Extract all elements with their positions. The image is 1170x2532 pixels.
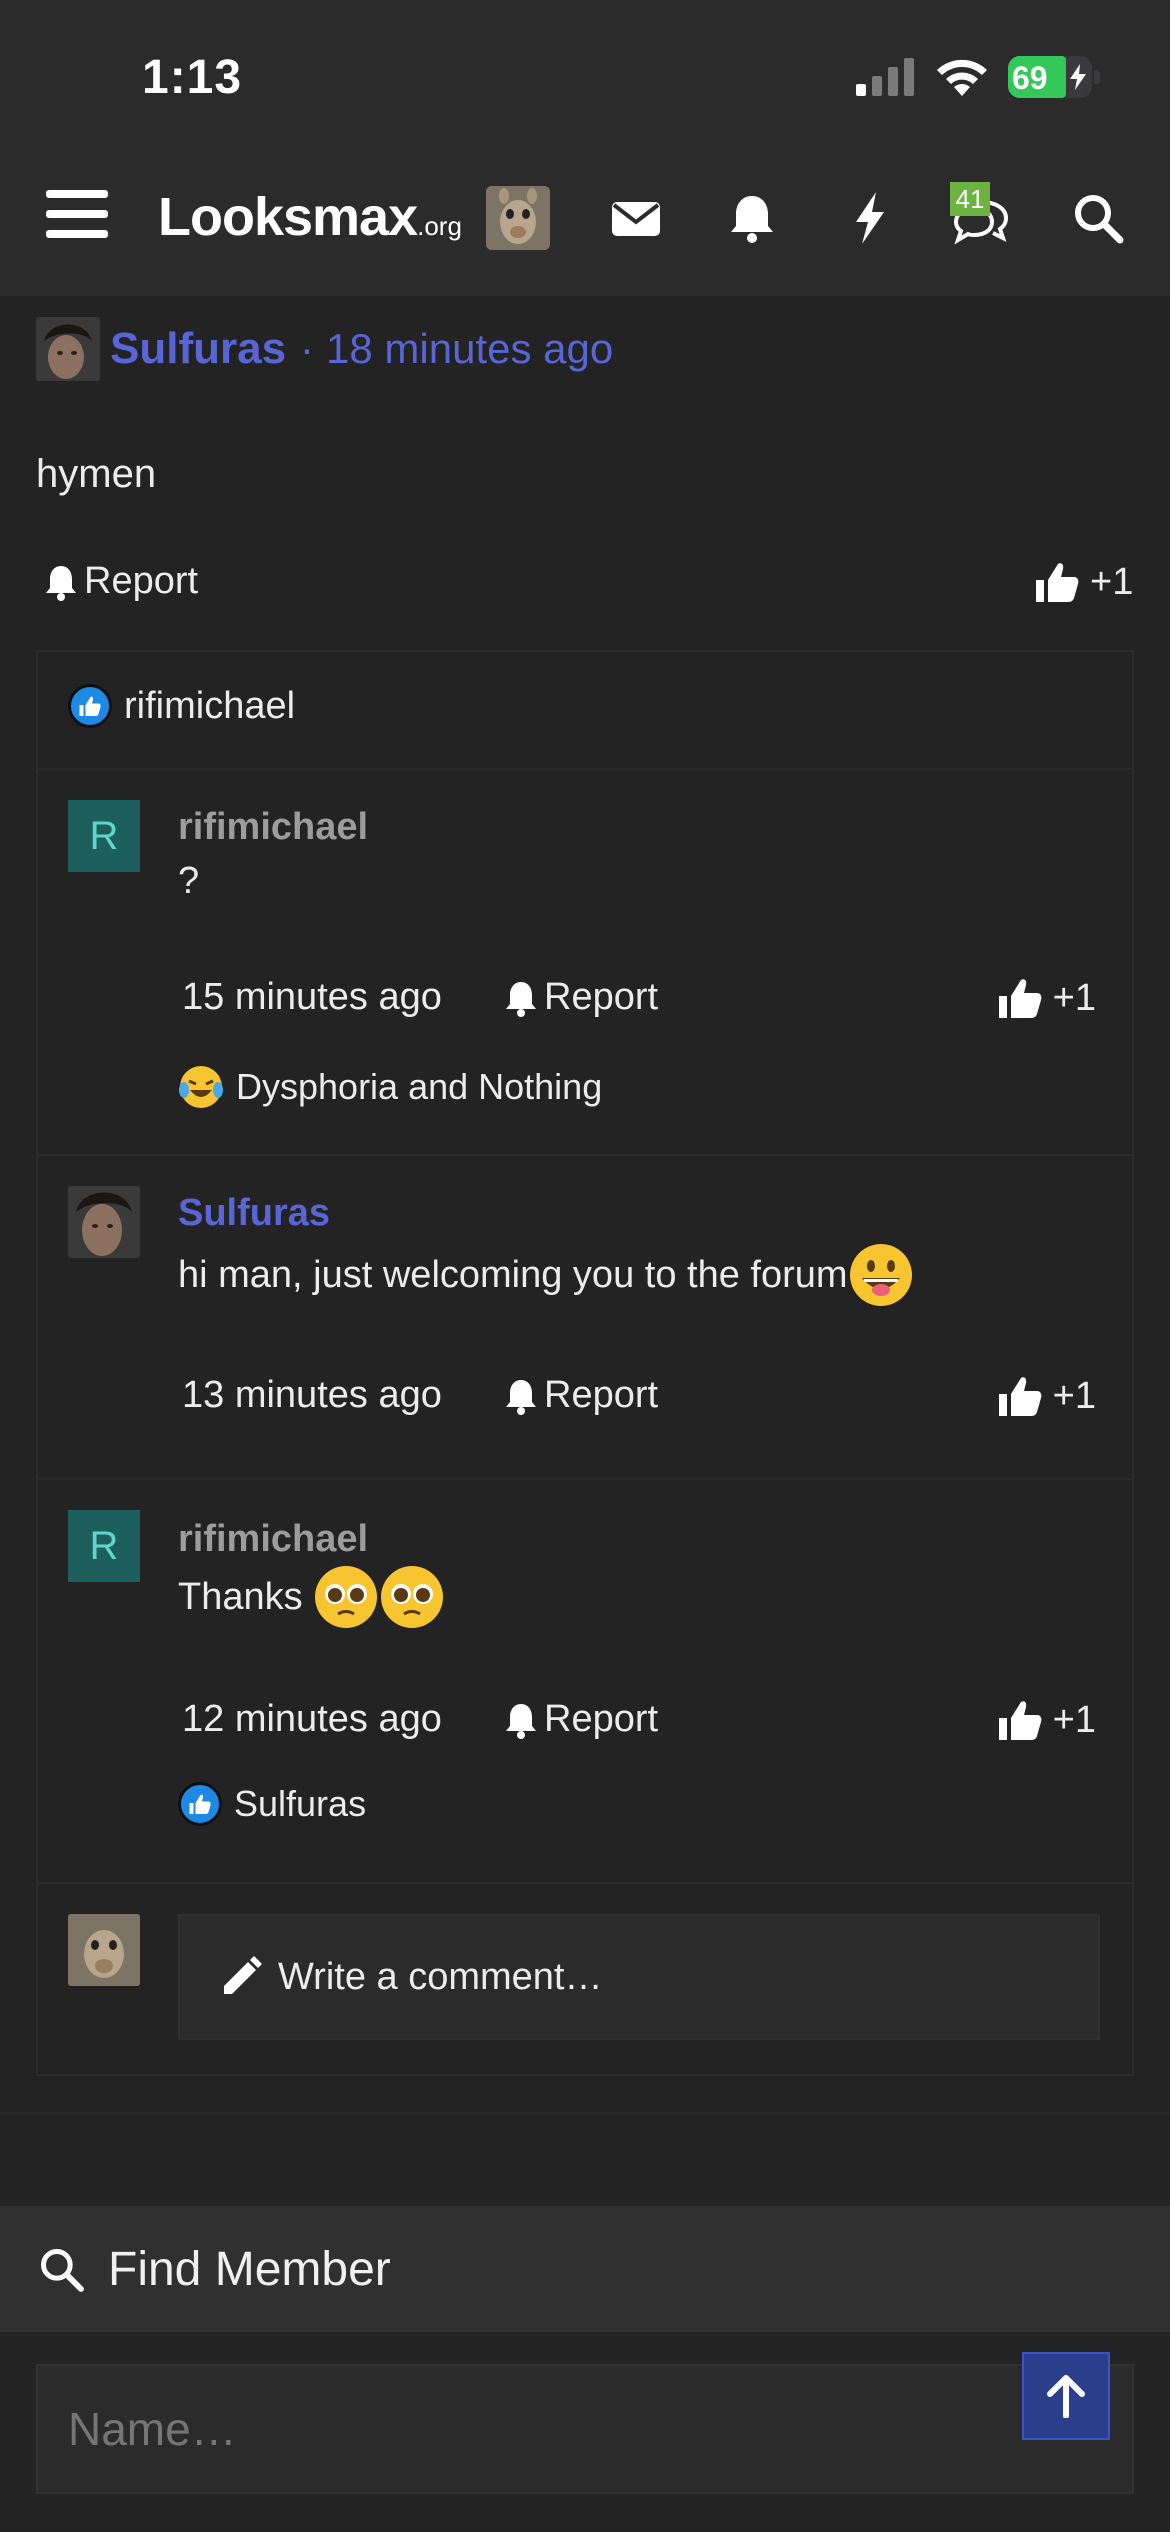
charging-bolt-icon — [1070, 64, 1086, 90]
search-icon[interactable] — [1068, 188, 1128, 248]
comment-text: ? — [178, 860, 200, 902]
post-author-avatar[interactable] — [36, 317, 100, 381]
comment-reaction-summary[interactable]: Dysphoria and Nothing — [178, 1064, 602, 1110]
comment-like-button[interactable]: +1 — [997, 1698, 1096, 1742]
post-like-button[interactable]: +1 — [1034, 560, 1133, 604]
logo-suffix: .org — [417, 211, 462, 241]
reaction-user: rifimichael — [124, 684, 296, 727]
comment-report-button[interactable]: Report — [504, 976, 658, 1019]
post-separator: · — [300, 325, 315, 372]
comments-section: rifimichael R rifimichael ? 15 minutes a… — [36, 650, 1134, 2076]
comment-item: Sulfuras hi man, just welcoming you to t… — [38, 1156, 1132, 1478]
pleading-face-emoji-icon — [314, 1566, 377, 1628]
comment-like-button[interactable]: +1 — [997, 1374, 1096, 1418]
alerts-badge: 41 — [950, 182, 990, 216]
cellular-signal-icon — [856, 58, 914, 96]
comment-report-button[interactable]: Report — [504, 1374, 658, 1417]
wifi-icon — [937, 59, 987, 96]
comment-like-button[interactable]: +1 — [997, 976, 1096, 1020]
bell-icon — [506, 1379, 536, 1415]
logo-main: Looksmax — [158, 187, 418, 247]
bell-icon — [506, 981, 536, 1017]
post-author-name[interactable]: Sulfuras — [110, 324, 286, 374]
site-logo[interactable]: Looksmax.org — [158, 186, 462, 248]
find-member-title: Find Member — [108, 2242, 391, 2296]
pleading-face-emoji-icon — [380, 1566, 443, 1628]
comment-avatar[interactable]: R — [68, 1510, 140, 1582]
thumbs-up-icon — [998, 1701, 1042, 1740]
like-reaction-icon — [68, 684, 112, 728]
member-name-input[interactable] — [36, 2364, 1134, 2494]
comment-item: R rifimichael Thanks 12 minutes ago Repo… — [38, 1480, 1132, 1882]
current-user-avatar — [68, 1914, 140, 1986]
comment-text: hi man, just welcoming you to the forum — [178, 1242, 914, 1308]
thumbs-up-icon — [1036, 563, 1079, 602]
comment-report-button[interactable]: Report — [504, 1698, 658, 1741]
bell-icon — [506, 1703, 536, 1739]
menu-icon[interactable] — [46, 190, 108, 242]
arrow-up-icon — [1047, 2375, 1085, 2418]
scroll-to-top-button[interactable] — [1022, 2352, 1110, 2440]
comment-author[interactable]: Sulfuras — [178, 1192, 330, 1235]
comment-author[interactable]: rifimichael — [178, 806, 368, 849]
envelope-icon[interactable] — [606, 188, 666, 248]
like-reaction-icon — [178, 1782, 222, 1826]
battery-percent: 69 — [1012, 60, 1048, 96]
status-time: 1:13 — [142, 51, 243, 104]
post-report-label: Report — [84, 560, 199, 602]
find-member-header: Find Member — [0, 2206, 1170, 2332]
comment-avatar[interactable] — [68, 1186, 140, 1258]
comment-author[interactable]: rifimichael — [178, 1518, 368, 1561]
post-like-label: +1 — [1090, 560, 1134, 603]
post-body: hymen — [36, 452, 157, 496]
post-reaction-summary[interactable]: rifimichael — [68, 684, 295, 728]
thumbs-up-icon — [998, 1377, 1042, 1416]
post-header: Sulfuras · 18 minutes ago — [36, 316, 613, 382]
bell-icon[interactable] — [722, 188, 782, 248]
post-report-button[interactable]: Report — [44, 560, 198, 603]
comment-time[interactable]: 13 minutes ago — [182, 1374, 442, 1417]
battery-indicator: 69 — [1008, 56, 1100, 98]
search-icon — [41, 2249, 84, 2292]
comment-item: R rifimichael ? 15 minutes ago Report +1… — [38, 770, 1132, 1154]
write-comment-placeholder: Write a comment… — [278, 1955, 603, 1998]
write-comment-input[interactable]: Write a comment… — [178, 1914, 1100, 2040]
comment-avatar[interactable]: R — [68, 800, 140, 872]
pencil-icon — [224, 1956, 262, 1994]
comment-time[interactable]: 15 minutes ago — [182, 976, 442, 1019]
divider — [0, 2112, 1170, 2114]
crying-laughing-emoji-icon — [179, 1066, 223, 1108]
post-time[interactable]: 18 minutes ago — [326, 325, 613, 373]
bolt-icon[interactable] — [840, 188, 900, 248]
bell-icon — [46, 565, 76, 601]
grinning-tongue-emoji-icon — [849, 1244, 912, 1306]
comment-text: Thanks — [178, 1564, 445, 1630]
header-user-avatar[interactable] — [486, 186, 550, 250]
divider — [38, 1882, 1132, 1884]
thumbs-up-icon — [998, 979, 1042, 1018]
comment-time[interactable]: 12 minutes ago — [182, 1698, 442, 1741]
top-bar: 1:13 69 Looksmax.org 41 — [0, 0, 1170, 296]
comment-reaction-summary[interactable]: Sulfuras — [178, 1782, 366, 1826]
